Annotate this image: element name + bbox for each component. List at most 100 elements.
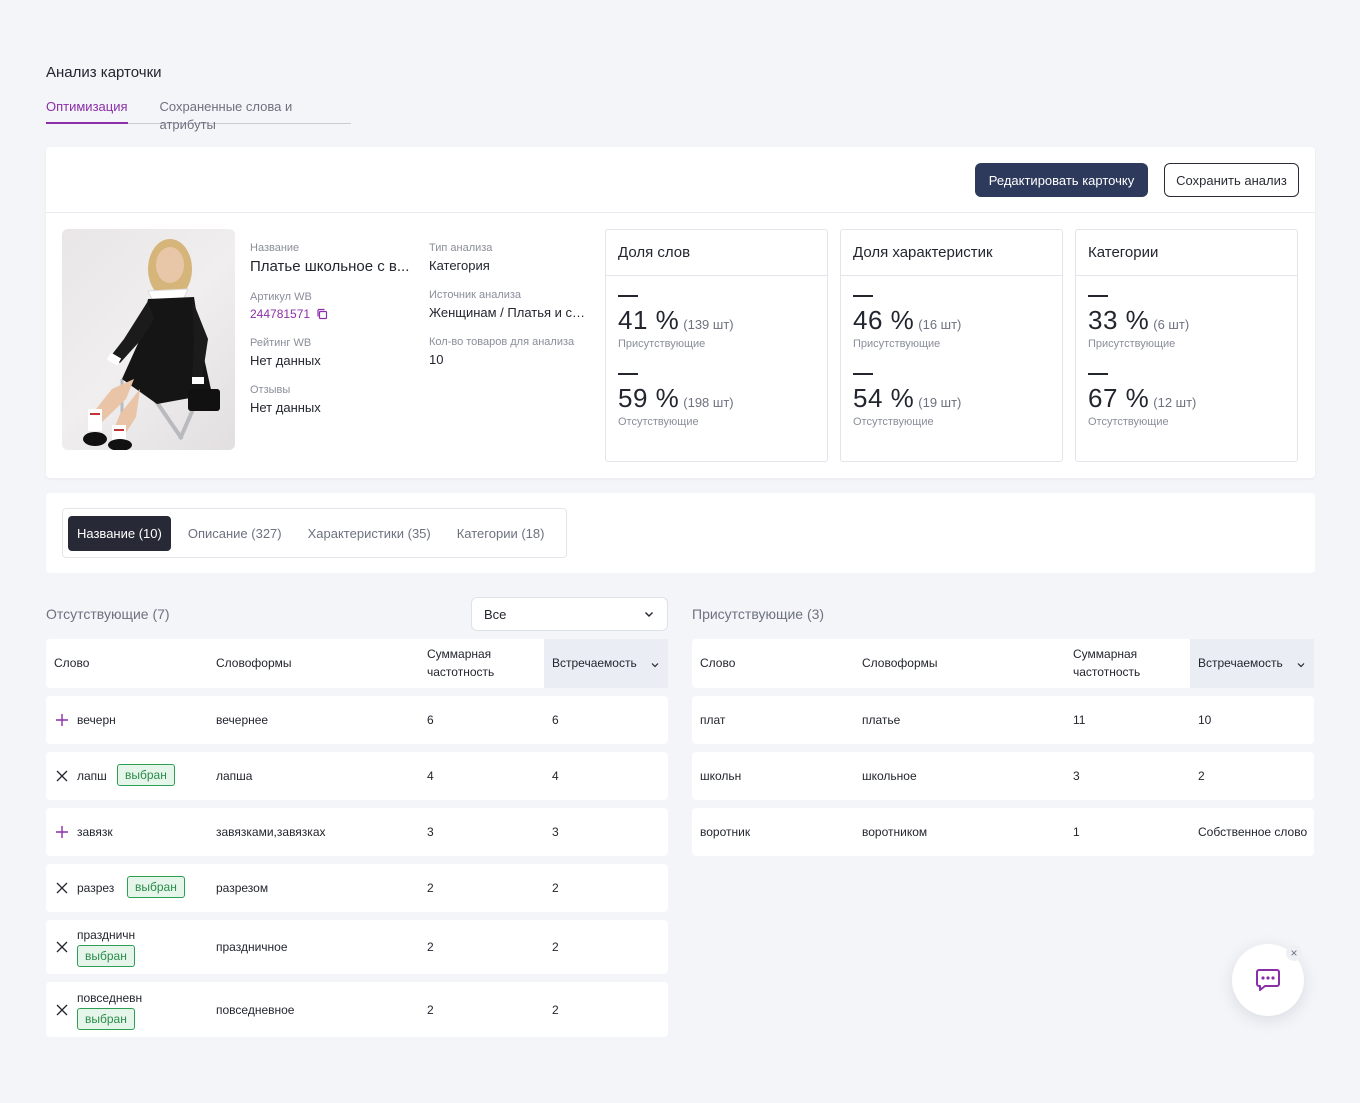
row-frequency: 4 [427, 769, 434, 783]
selected-badge[interactable]: выбран [77, 1008, 135, 1030]
stat-absent-caption: Отсутствующие [618, 416, 699, 428]
tab-optimization[interactable]: Оптимизация [46, 98, 128, 124]
row-occurrence: 6 [552, 713, 559, 727]
stat-absent-pct: 59 % [618, 383, 680, 413]
selected-badge[interactable]: выбран [77, 945, 135, 967]
analysis-source-label: Источник анализа [429, 289, 522, 301]
sku-row: 244781571 [250, 307, 418, 321]
chat-icon [1254, 966, 1282, 999]
segment-characteristics[interactable]: Характеристики (35) [299, 516, 440, 551]
row-occurrence: 2 [1198, 769, 1205, 783]
row-forms: вечернее [216, 713, 269, 727]
stat-absent-count: (198 шт) [683, 395, 734, 410]
stat-dash [853, 373, 873, 375]
row-frequency: 1 [1073, 825, 1080, 839]
chevron-down-icon [643, 608, 655, 623]
stat-absent-pct: 67 % [1088, 383, 1150, 413]
copy-icon[interactable] [316, 308, 328, 320]
segment-card: Название (10) Описание (327) Характерист… [46, 493, 1315, 573]
row-forms: платье [862, 713, 901, 727]
stat-dash [1088, 295, 1108, 297]
stat-dash [618, 295, 638, 297]
stat-absent-pct: 54 % [853, 383, 915, 413]
stat-absent-count: (12 шт) [1153, 395, 1197, 410]
row-word: лапш [77, 769, 107, 783]
row-word: повседневн [77, 991, 143, 1005]
chat-close-icon[interactable]: × [1286, 945, 1302, 961]
rating-label: Рейтинг WB [250, 337, 312, 349]
stat-present-count: (16 шт) [918, 317, 962, 332]
table-row: завязк завязками,завязках 3 3 [46, 808, 668, 856]
tab-saved-words[interactable]: Сохраненные слова и атрибуты [160, 98, 319, 132]
present-table-header: Слово Словоформы Суммарная частотность В… [692, 639, 1314, 688]
reviews-value: Нет данных [250, 400, 321, 415]
row-forms: праздничное [216, 940, 288, 954]
stat-present-pct: 33 % [1088, 305, 1150, 335]
row-word: завязк [77, 825, 113, 839]
product-image [62, 229, 235, 450]
stat-dash [618, 373, 638, 375]
stat-present: 41 % (139 шт) Присутствующие [618, 295, 734, 350]
row-forms: разрезом [216, 881, 269, 895]
row-frequency: 2 [427, 881, 434, 895]
table-row: повседневн выбран повседневное 2 2 [46, 982, 668, 1037]
stat-absent-caption: Отсутствующие [853, 416, 934, 428]
analysis-source-value: Женщинам / Платья и сар... [429, 305, 591, 320]
product-count-label: Кол-во товаров для анализа [429, 336, 575, 348]
filter-select[interactable]: Все [471, 597, 668, 631]
analysis-type-label: Тип анализа [429, 242, 493, 254]
table-row: вечерн вечернее 6 6 [46, 696, 668, 744]
stat-present-count: (139 шт) [683, 317, 734, 332]
table-row: разрез выбран разрезом 2 2 [46, 864, 668, 912]
stat-absent: 59 % (198 шт) Отсутствующие [618, 373, 734, 428]
chevron-down-icon [650, 657, 660, 675]
row-word: вечерн [77, 713, 116, 727]
row-word: школьн [700, 769, 742, 783]
close-icon[interactable] [55, 881, 69, 895]
absent-title: Отсутствующие (7) [46, 606, 170, 622]
card-header: Редактировать карточку Сохранить анализ [46, 147, 1315, 213]
row-frequency: 11 [1073, 713, 1086, 727]
col-occurrence-sort[interactable]: Встречаемость [544, 639, 668, 688]
chevron-down-icon [1296, 657, 1306, 675]
present-title: Присутствующие (3) [692, 606, 825, 622]
analysis-type-value: Категория [429, 258, 490, 273]
segment-description[interactable]: Описание (327) [179, 516, 291, 551]
stat-present-count: (6 шт) [1153, 317, 1190, 332]
table-row: воротник воротником 1 Собственное слово [692, 808, 1314, 856]
stat-present-caption: Присутствующие [853, 338, 941, 350]
stat-absent-count: (19 шт) [918, 395, 962, 410]
reviews-label: Отзывы [250, 384, 291, 396]
plus-icon[interactable] [55, 825, 69, 839]
product-count-value: 10 [429, 352, 444, 367]
close-icon[interactable] [55, 769, 69, 783]
col-occurrence-label: Встречаемость [552, 656, 637, 670]
name-label: Название [250, 242, 300, 254]
row-occurrence: 2 [552, 1003, 559, 1017]
save-analysis-button[interactable]: Сохранить анализ [1164, 163, 1299, 197]
sku-value[interactable]: 244781571 [250, 307, 310, 321]
selected-badge[interactable]: выбран [127, 876, 185, 898]
edit-card-button[interactable]: Редактировать карточку [975, 163, 1148, 197]
row-word: праздничн [77, 928, 136, 942]
stat-absent-caption: Отсутствующие [1088, 416, 1169, 428]
row-word: плат [700, 713, 726, 727]
segment-categories[interactable]: Категории (18) [448, 516, 554, 551]
selected-badge[interactable]: выбран [117, 764, 175, 786]
stat-present-caption: Присутствующие [618, 338, 706, 350]
segment-name[interactable]: Название (10) [68, 515, 171, 551]
col-forms: Словоформы [216, 656, 292, 670]
close-icon[interactable] [55, 1003, 69, 1017]
col-frequency: Суммарная частотность [427, 647, 495, 679]
segment-control: Название (10) Описание (327) Характерист… [62, 508, 568, 558]
row-occurrence: 2 [552, 940, 559, 954]
close-icon[interactable] [55, 940, 69, 954]
rating-value: Нет данных [250, 353, 321, 368]
absent-table-header: Слово Словоформы Суммарная частотность В… [46, 639, 668, 688]
col-occurrence-sort[interactable]: Встречаемость [1190, 639, 1314, 688]
stat-present-pct: 41 % [618, 305, 680, 335]
product-info-left: Название Платье школьное с в... Артикул … [250, 242, 418, 431]
plus-icon[interactable] [55, 713, 69, 727]
stat-present-caption: Присутствующие [1088, 338, 1176, 350]
stat-present: 46 % (16 шт) Присутствующие [853, 295, 961, 350]
